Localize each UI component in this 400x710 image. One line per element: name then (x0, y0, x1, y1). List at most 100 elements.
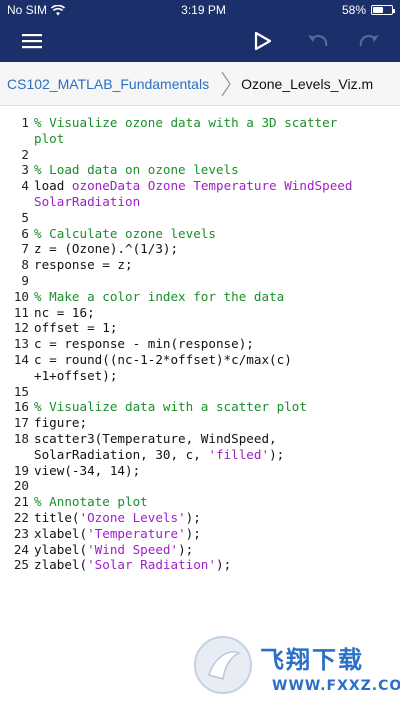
code-line[interactable]: 2 (0, 147, 400, 163)
code-line[interactable]: 22 title('Ozone Levels'); (0, 510, 400, 526)
code-line[interactable]: 14 c = round((nc-1-2*offset)*c/max(c) (0, 352, 400, 368)
play-icon (254, 31, 272, 51)
line-number: 2 (21, 146, 29, 162)
line-number: 18 (13, 430, 29, 446)
carrier-label: No SIM (7, 3, 48, 17)
code-token-plain: z = (Ozone).^(1/3); (34, 241, 179, 257)
code-text: +1+offset); (34, 368, 117, 384)
code-text: zlabel('Solar Radiation'); (34, 557, 231, 573)
code-token-comment: % Make a color index for the data (34, 288, 285, 304)
code-line[interactable]: 25 zlabel('Solar Radiation'); (0, 557, 400, 573)
code-token-string: 'filled' (208, 446, 270, 462)
code-line[interactable]: +1+offset); (0, 368, 400, 384)
code-line[interactable]: 9 (0, 273, 400, 289)
code-line[interactable]: 23 xlabel('Temperature'); (0, 526, 400, 542)
code-text: % Visualize data with a scatter plot (34, 399, 307, 415)
code-token-comment: % Annotate plot (34, 494, 148, 510)
line-number: 11 (13, 304, 29, 320)
code-text: % Make a color index for the data (34, 289, 284, 305)
code-text: xlabel('Temperature'); (34, 526, 201, 542)
code-line[interactable]: 10 % Make a color index for the data (0, 289, 400, 305)
code-token-comment: % Visualize data with a scatter plot (34, 399, 307, 415)
code-token-plain: figure; (34, 415, 88, 431)
code-token-plain: +1+offset); (34, 367, 118, 383)
code-token-string: SolarRadiation (34, 193, 141, 209)
code-token-plain: SolarRadiation, 30, c, (34, 446, 209, 462)
code-editor[interactable]: 1 % Visualize ozone data with a 3D scatte… (0, 107, 400, 710)
line-number: 6 (21, 225, 29, 241)
code-text: % Calculate ozone levels (34, 226, 216, 242)
code-line[interactable]: 3 % Load data on ozone levels (0, 162, 400, 178)
code-token-plain: nc = 16; (34, 304, 95, 320)
line-number: 3 (21, 162, 29, 178)
code-line[interactable]: SolarRadiation (0, 194, 400, 210)
code-token-comment: % Calculate ozone levels (34, 225, 216, 241)
code-line[interactable]: plot (0, 131, 400, 147)
code-text: load ozoneData Ozone Temperature WindSpe… (34, 178, 352, 194)
code-text: nc = 16; (34, 305, 95, 321)
line-number: 8 (21, 257, 29, 273)
code-line[interactable]: 8 response = z; (0, 257, 400, 273)
status-bar: No SIM 3:19 PM 58% (0, 0, 400, 20)
code-line[interactable]: 12 offset = 1; (0, 320, 400, 336)
code-token-plain: title( (34, 509, 80, 525)
code-text: % Load data on ozone levels (34, 162, 239, 178)
code-token-comment: % Visualize ozone data with a 3D scatter (34, 115, 338, 130)
line-number: 12 (13, 320, 29, 336)
code-token-comment: plot (34, 130, 65, 146)
code-line[interactable]: 1 % Visualize ozone data with a 3D scatte… (0, 115, 400, 131)
line-number (0, 131, 34, 147)
redo-icon (359, 35, 379, 47)
code-token-plain: view(-34, 14); (34, 462, 141, 478)
line-number: 10 (13, 288, 29, 304)
code-token-plain: c = response - min(response); (34, 336, 254, 352)
code-line[interactable]: SolarRadiation, 30, c, 'filled'); (0, 447, 400, 463)
code-line[interactable]: 5 (0, 210, 400, 226)
code-line[interactable]: 21 % Annotate plot (0, 494, 400, 510)
status-right: 58% (341, 3, 395, 17)
status-left: No SIM (7, 3, 66, 17)
code-token-plain: offset = 1; (34, 320, 118, 336)
code-token-plain: ); (185, 509, 201, 525)
undo-icon (308, 35, 328, 47)
line-number: 9 (21, 272, 29, 288)
code-token-plain: ylabel( (34, 541, 88, 557)
chevron-right-icon (221, 71, 231, 97)
code-line[interactable]: 16 % Visualize data with a scatter plot (0, 399, 400, 415)
code-line[interactable]: 15 (0, 384, 400, 400)
code-token-plain: ); (215, 557, 232, 573)
code-line[interactable]: 19 view(-34, 14); (0, 463, 400, 479)
code-line[interactable]: 6 % Calculate ozone levels (0, 226, 400, 242)
code-line[interactable]: 24 ylabel('Wind Speed'); (0, 542, 400, 558)
code-token-comment: % Load data on ozone levels (34, 162, 239, 178)
code-line[interactable]: 13 c = response - min(response); (0, 336, 400, 352)
code-line[interactable]: 17 figure; (0, 415, 400, 431)
code-line[interactable]: 4 load ozoneData Ozone Temperature WindSp… (0, 178, 400, 194)
line-number: 19 (13, 462, 29, 478)
code-line[interactable]: 18 scatter3(Temperature, WindSpeed, (0, 431, 400, 447)
undo-button[interactable] (297, 20, 337, 62)
breadcrumb-parent-folder[interactable]: CS102_MATLAB_Fundamentals (0, 76, 209, 92)
code-text: offset = 1; (34, 320, 117, 336)
battery-percent: 58% (341, 3, 366, 17)
code-token-string: 'Temperature' (87, 525, 186, 541)
code-token-plain: ); (269, 446, 285, 462)
code-line[interactable]: 20 (0, 478, 400, 494)
line-number: 24 (13, 541, 29, 557)
code-line[interactable]: 7 z = (Ozone).^(1/3); (0, 241, 400, 257)
menu-button[interactable] (12, 20, 52, 62)
redo-button[interactable] (350, 20, 390, 62)
line-number: 15 (13, 383, 29, 399)
code-token-plain: ); (185, 525, 201, 541)
hamburger-menu-icon (22, 34, 42, 49)
run-button[interactable] (243, 20, 283, 62)
code-line[interactable]: 11 nc = 16; (0, 305, 400, 321)
code-text: SolarRadiation, 30, c, 'filled'); (34, 447, 284, 463)
line-number: 13 (13, 336, 29, 352)
code-lines: 1 % Visualize ozone data with a 3D scatte… (0, 107, 400, 573)
code-text: c = response - min(response); (34, 336, 254, 352)
code-token-plain: ); (178, 541, 194, 557)
line-number: 16 (13, 399, 29, 415)
line-number (0, 194, 34, 210)
code-text: title('Ozone Levels'); (34, 510, 201, 526)
